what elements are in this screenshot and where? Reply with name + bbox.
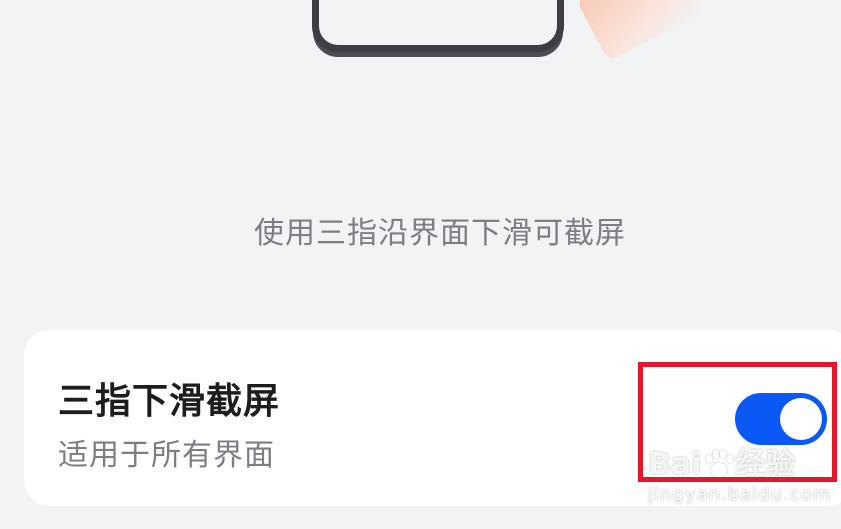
watermark-brand-left: Bai [648, 447, 702, 482]
watermark-url: jingyan.baidu.com [648, 484, 832, 505]
paw-icon [703, 450, 734, 480]
phone-illustration [312, 0, 564, 52]
baidu-jingyan-watermark: Bai 经验 jingyan.baidu.com [648, 448, 838, 506]
setting-subtitle: 适用于所有界面 [58, 438, 275, 473]
setting-title: 三指下滑截屏 [58, 381, 281, 422]
decorative-shape [576, 0, 706, 62]
watermark-logo: Bai 经验 [648, 448, 838, 482]
gesture-description: 使用三指沿界面下滑可截屏 [254, 216, 626, 251]
watermark-brand-right: 经验 [735, 447, 796, 482]
